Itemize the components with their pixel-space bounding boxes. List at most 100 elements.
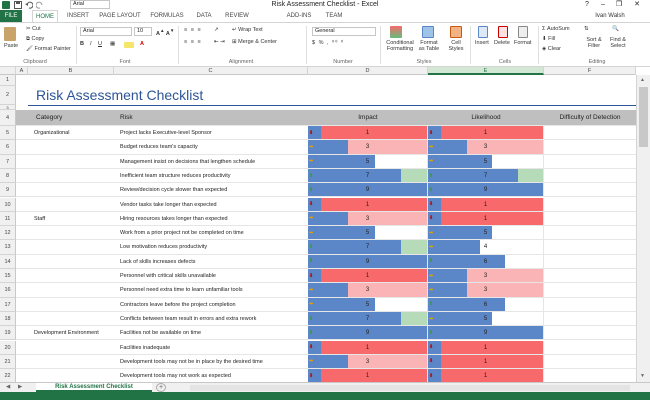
scroll-up-icon[interactable]: ▲ [640,77,645,83]
font-name-select[interactable]: Arial [80,27,132,36]
row-header[interactable]: 8 [0,168,16,184]
autosum-button[interactable]: Σ AutoSum [542,26,570,32]
impact-cell[interactable]: ⬇ 1 [308,340,428,355]
impact-cell[interactable]: ⬇ 1 [308,126,428,141]
spreadsheet-grid[interactable]: 1 2 3 4 Risk Assessment Checklist Catego… [0,75,636,384]
row-header[interactable]: 12 [0,226,16,241]
horizontal-scrollbar[interactable] [190,385,630,391]
category-cell[interactable] [16,226,114,241]
likelihood-cell[interactable]: ➡ 5 [428,311,544,327]
borders-icon[interactable]: ▦ [110,41,115,47]
close-icon[interactable]: ✕ [630,0,644,10]
difficulty-cell[interactable] [544,283,636,298]
category-cell[interactable] [16,155,114,169]
difficulty-cell[interactable] [544,326,636,341]
likelihood-cell[interactable]: ⬇ 1 [428,211,544,227]
tab-add-ins[interactable]: ADD-INS [284,10,314,22]
likelihood-cell[interactable]: ➡ 3 [428,140,544,155]
row-header[interactable]: 9 [0,183,16,198]
risk-cell[interactable]: Conflicts between team result in errors … [114,312,308,327]
risk-cell[interactable]: Vendor tasks take longer than expected [114,198,308,212]
risk-cell[interactable]: Development tools may not be in place by… [114,355,308,370]
sort-filter-button[interactable]: Sort & Filter [582,37,606,49]
likelihood-cell[interactable]: ➡ 3 [428,269,544,284]
row-header[interactable]: 18 [0,311,16,327]
number-format-icons[interactable]: $ % , ⁰⁰ ⁰ [312,40,344,46]
impact-cell[interactable]: ➡ 5 [308,226,428,241]
row-header[interactable]: 21 [0,354,16,370]
tab-review[interactable]: REVIEW [222,10,252,22]
row-header[interactable]: 13 [0,240,16,255]
header-category[interactable]: Category [36,114,62,121]
risk-cell[interactable]: Budget reduces team's capacity [114,140,308,155]
risk-cell[interactable]: Review/decision cycle slower than expect… [114,183,308,198]
category-cell[interactable] [16,283,114,298]
difficulty-cell[interactable] [544,355,636,370]
risk-cell[interactable]: Contractors leave before the project com… [114,298,308,312]
tab-data[interactable]: DATA [192,10,216,22]
format-cells-icon[interactable] [518,26,528,38]
sheet-nav-left-icon[interactable]: ◀ [6,384,10,390]
fill-color-icon[interactable] [124,42,134,48]
row-header[interactable]: 5 [0,126,16,141]
difficulty-cell[interactable] [544,169,636,184]
likelihood-cell[interactable]: ⬇ 1 [428,340,544,355]
tab-page-layout[interactable]: PAGE LAYOUT [98,10,142,22]
user-name[interactable]: Ivan Walsh [588,10,632,22]
impact-cell[interactable]: ⬆ 7 [308,240,428,255]
fill-button[interactable]: ⬇ Fill [542,36,555,42]
scroll-thumb[interactable] [639,87,648,147]
column-header-b[interactable]: B [28,67,114,75]
font-size-select[interactable]: 10 [134,27,152,36]
indent-icons[interactable]: ⇤ ⇥ [214,39,225,45]
difficulty-cell[interactable] [544,212,636,227]
row-header[interactable]: 11 [0,211,16,227]
risk-cell[interactable]: Low motivation reduces productivity [114,240,308,255]
impact-cell[interactable]: ⬆ 7 [308,311,428,327]
add-sheet-icon[interactable]: + [156,383,166,392]
copy-button[interactable]: ⧉ Copy [26,36,44,43]
impact-cell[interactable]: ➡ 5 [308,297,428,312]
impact-cell[interactable]: ⬇ 1 [308,269,428,284]
delete-cells-icon[interactable] [498,26,508,38]
sort-filter-icon[interactable]: ⇅ [584,26,589,32]
risk-cell[interactable]: Work from a prior project not be complet… [114,226,308,241]
category-cell[interactable] [16,240,114,255]
category-cell[interactable] [16,312,114,327]
category-cell[interactable]: Organizational [16,126,114,141]
difficulty-cell[interactable] [544,240,636,255]
difficulty-cell[interactable] [544,183,636,198]
header-impact[interactable]: Impact [308,114,428,121]
find-select-button[interactable]: Find & Select [606,37,630,49]
orientation-icon[interactable]: ↗ [214,27,219,33]
likelihood-cell[interactable]: ➡ 5 [428,226,544,241]
impact-cell[interactable]: ⬇ 1 [308,197,428,212]
risk-cell[interactable]: Management insist on decisions that leng… [114,155,308,169]
font-color-icon[interactable]: A [140,41,144,47]
likelihood-cell[interactable]: ⬇ 1 [428,197,544,212]
column-header-f[interactable]: F [544,67,636,75]
likelihood-cell[interactable]: ⬆ 6 [428,254,544,269]
row-header[interactable]: 1 [0,75,16,86]
category-cell[interactable] [16,298,114,312]
risk-cell[interactable]: Lack of skills increases defects [114,255,308,269]
risk-cell[interactable]: Inefficient team structure reduces produ… [114,169,308,184]
likelihood-cell[interactable]: ⬇ 1 [428,354,544,370]
impact-cell[interactable]: ➡ 3 [308,354,428,370]
restore-icon[interactable]: ❐ [612,0,626,10]
delete-button[interactable]: Delete [494,40,510,46]
row-header[interactable]: 2 [0,86,16,105]
row-header[interactable]: 20 [0,340,16,355]
likelihood-cell[interactable]: ➡ 3 [428,283,544,298]
cell-styles-icon[interactable] [450,26,462,38]
header-difficulty[interactable]: Difficulty of Detection [544,114,636,121]
insert-cells-icon[interactable] [478,26,488,38]
column-header-e[interactable]: E [428,67,544,75]
category-cell[interactable]: Development Environment [16,326,114,341]
category-cell[interactable] [16,341,114,355]
difficulty-cell[interactable] [544,140,636,155]
category-cell[interactable]: Staff [16,212,114,227]
merge-center-button[interactable]: ⊞ Merge & Center [232,39,277,45]
format-button[interactable]: Format [514,40,531,46]
risk-cell[interactable]: Personnel with critical skills unavailab… [114,269,308,284]
